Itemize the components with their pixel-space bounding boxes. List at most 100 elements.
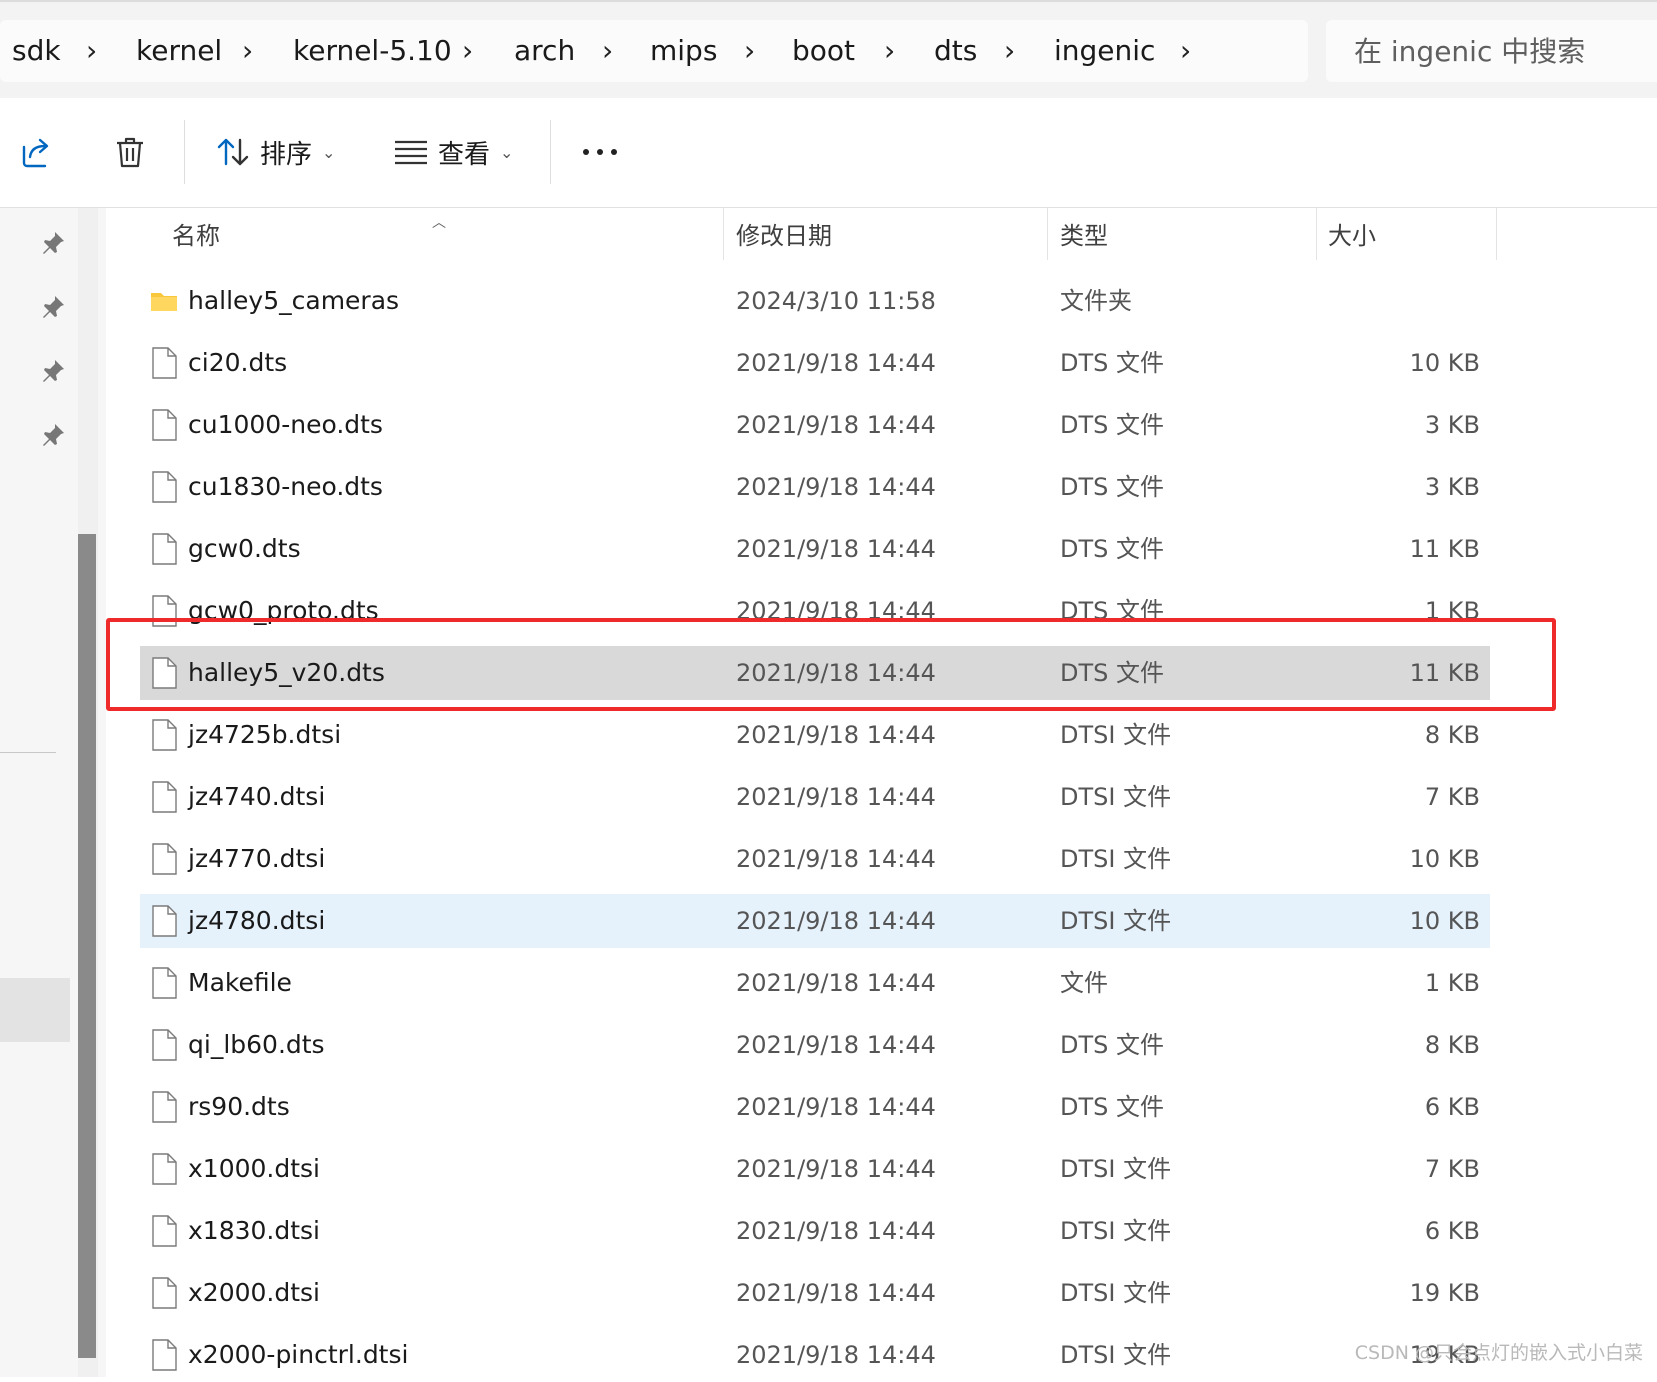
file-row[interactable]: ci20.dts 2021/9/18 14:44 DTS 文件 10 KB	[140, 336, 1490, 390]
file-type: DTSI 文件	[1060, 721, 1172, 749]
column-divider[interactable]	[723, 208, 724, 260]
file-icon	[152, 967, 177, 999]
pin-icon[interactable]	[40, 230, 66, 256]
chevron-down-icon: ⌄	[322, 142, 336, 162]
nav-selected-item[interactable]	[0, 978, 70, 1042]
file-type: 文件	[1060, 969, 1108, 997]
breadcrumb-separator-icon[interactable]: ›	[602, 20, 613, 82]
breadcrumb-item-sdk[interactable]: sdk	[12, 20, 61, 82]
file-row[interactable]: cu1000-neo.dts 2021/9/18 14:44 DTS 文件 3 KB	[140, 398, 1490, 452]
file-modified-date: 2021/9/18 14:44	[736, 349, 936, 377]
file-modified-date: 2021/9/18 14:44	[736, 1093, 936, 1121]
file-row[interactable]: jz4780.dtsi 2021/9/18 14:44 DTSI 文件 10 KB	[140, 894, 1490, 948]
breadcrumb-item-boot[interactable]: boot	[792, 20, 855, 82]
column-header-row: 名称 修改日期 类型 大小	[106, 208, 1657, 264]
column-divider[interactable]	[1316, 208, 1317, 260]
sort-button[interactable]: 排序 ⌄	[216, 122, 335, 182]
breadcrumb-separator-icon[interactable]: ›	[1004, 20, 1015, 82]
column-divider[interactable]	[1496, 208, 1497, 260]
breadcrumb-item-mips[interactable]: mips	[650, 20, 717, 82]
pin-icon[interactable]	[40, 358, 66, 384]
file-type: DTSI 文件	[1060, 783, 1172, 811]
file-modified-date: 2021/9/18 14:44	[736, 969, 936, 997]
file-name: x2000.dtsi	[188, 1278, 321, 1307]
file-name: jz4725b.dtsi	[188, 720, 342, 749]
file-size: 10 KB	[1409, 845, 1480, 873]
breadcrumb-separator-icon[interactable]: ›	[242, 20, 253, 82]
breadcrumb-item-kernel-5-10[interactable]: kernel-5.10	[293, 20, 452, 82]
file-row[interactable]: jz4725b.dtsi 2021/9/18 14:44 DTSI 文件 8 KB	[140, 708, 1490, 762]
file-icon	[152, 843, 177, 875]
file-row[interactable]: jz4740.dtsi 2021/9/18 14:44 DTSI 文件 7 KB	[140, 770, 1490, 824]
file-size: 10 KB	[1409, 907, 1480, 935]
command-bar: 排序 ⌄ 查看 ⌄	[0, 98, 1657, 208]
breadcrumb-item-arch[interactable]: arch	[514, 20, 575, 82]
breadcrumb-item-kernel[interactable]: kernel	[136, 20, 222, 82]
sort-icon	[217, 138, 249, 166]
file-row[interactable]: qi_lb60.dts 2021/9/18 14:44 DTS 文件 8 KB	[140, 1018, 1490, 1072]
file-icon	[152, 1029, 177, 1061]
pin-icon[interactable]	[40, 294, 66, 320]
file-name: jz4770.dtsi	[188, 844, 326, 873]
delete-button[interactable]	[114, 122, 146, 182]
file-modified-date: 2021/9/18 14:44	[736, 1031, 936, 1059]
file-name: x2000-pinctrl.dtsi	[188, 1340, 409, 1369]
breadcrumb-separator-icon[interactable]: ›	[86, 20, 97, 82]
file-icon	[152, 409, 177, 441]
column-header-type[interactable]: 类型	[1060, 208, 1108, 264]
file-row[interactable]: jz4770.dtsi 2021/9/18 14:44 DTSI 文件 10 KB	[140, 832, 1490, 886]
file-modified-date: 2021/9/18 14:44	[736, 783, 936, 811]
file-size: 8 KB	[1424, 721, 1480, 749]
file-row[interactable]: x2000.dtsi 2021/9/18 14:44 DTSI 文件 19 KB	[140, 1266, 1490, 1320]
breadcrumb-separator-icon[interactable]: ›	[884, 20, 895, 82]
file-icon	[152, 719, 177, 751]
breadcrumb-item-dts[interactable]: dts	[934, 20, 977, 82]
column-header-date[interactable]: 修改日期	[736, 208, 832, 264]
search-input[interactable]	[1326, 20, 1657, 82]
column-header-size[interactable]: 大小	[1328, 208, 1376, 264]
file-type: DTSI 文件	[1060, 1341, 1172, 1369]
file-row[interactable]: halley5_cameras 2024/3/10 11:58 文件夹	[140, 274, 1490, 328]
breadcrumb-expand-icon[interactable]: ›	[1180, 20, 1191, 82]
file-row[interactable]: gcw0_proto.dts 2021/9/18 14:44 DTS 文件 1 KB	[140, 584, 1490, 638]
more-options-button[interactable]	[582, 122, 618, 182]
file-type: DTSI 文件	[1060, 1155, 1172, 1183]
share-icon	[22, 138, 49, 168]
file-row[interactable]: halley5_v20.dts 2021/9/18 14:44 DTS 文件 11 K…	[140, 646, 1490, 700]
breadcrumb-separator-icon[interactable]: ›	[744, 20, 755, 82]
file-icon	[152, 1153, 177, 1185]
file-modified-date: 2021/9/18 14:44	[736, 721, 936, 749]
nav-scrollbar-thumb[interactable]	[78, 534, 96, 1358]
file-name: gcw0.dts	[188, 534, 301, 563]
file-row[interactable]: x1000.dtsi 2021/9/18 14:44 DTSI 文件 7 KB	[140, 1142, 1490, 1196]
file-name: Makefile	[188, 968, 292, 997]
file-name: rs90.dts	[188, 1092, 290, 1121]
file-modified-date: 2024/3/10 11:58	[736, 287, 936, 315]
file-icon	[152, 533, 177, 565]
file-type: DTS 文件	[1060, 411, 1165, 439]
more-icon	[583, 149, 617, 155]
file-modified-date: 2021/9/18 14:44	[736, 1155, 936, 1183]
column-divider[interactable]	[1047, 208, 1048, 260]
file-size: 1 KB	[1424, 969, 1480, 997]
file-size: 6 KB	[1424, 1217, 1480, 1245]
nav-divider	[0, 752, 56, 753]
view-button[interactable]: 查看 ⌄	[394, 122, 513, 182]
file-row[interactable]: gcw0.dts 2021/9/18 14:44 DTS 文件 11 KB	[140, 522, 1490, 576]
file-size: 11 KB	[1409, 659, 1480, 687]
file-size: 11 KB	[1409, 535, 1480, 563]
file-row[interactable]: Makefile 2021/9/18 14:44 文件 1 KB	[140, 956, 1490, 1010]
breadcrumb-separator-icon[interactable]: ›	[462, 20, 473, 82]
file-size: 3 KB	[1424, 411, 1480, 439]
column-header-name[interactable]: 名称	[172, 208, 220, 264]
breadcrumb-item-ingenic[interactable]: ingenic	[1054, 20, 1155, 82]
file-modified-date: 2021/9/18 14:44	[736, 845, 936, 873]
file-row[interactable]: x1830.dtsi 2021/9/18 14:44 DTSI 文件 6 KB	[140, 1204, 1490, 1258]
share-button[interactable]	[20, 122, 54, 182]
pin-icon[interactable]	[40, 422, 66, 448]
folder-icon	[151, 293, 177, 311]
file-type: DTSI 文件	[1060, 1217, 1172, 1245]
file-row[interactable]: cu1830-neo.dts 2021/9/18 14:44 DTS 文件 3 KB	[140, 460, 1490, 514]
file-row[interactable]: rs90.dts 2021/9/18 14:44 DTS 文件 6 KB	[140, 1080, 1490, 1134]
file-row[interactable]: x2000-pinctrl.dtsi 2021/9/18 14:44 DTSI 文件…	[140, 1328, 1490, 1382]
